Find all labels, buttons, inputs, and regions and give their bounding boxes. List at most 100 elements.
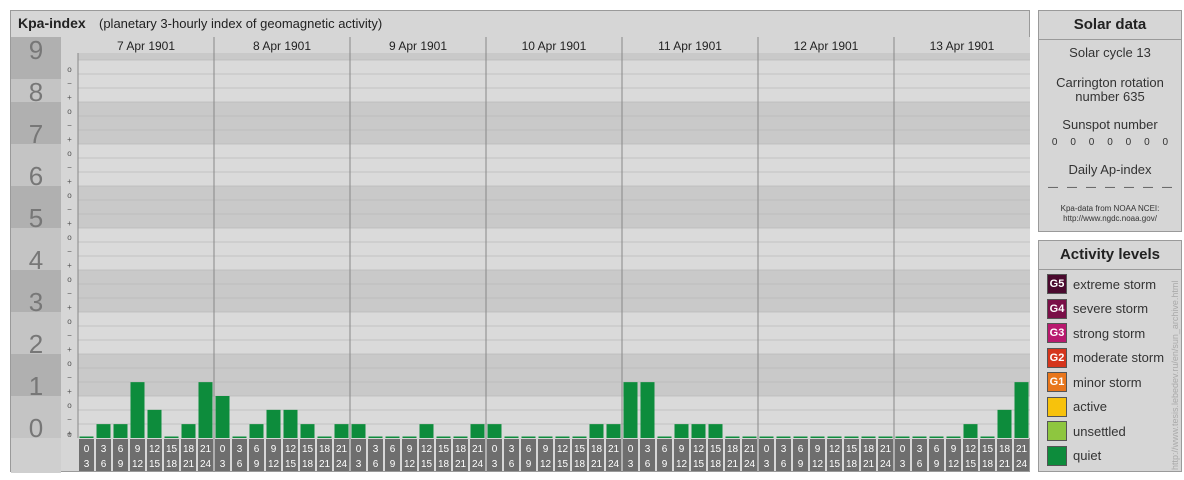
kpa-bar xyxy=(266,409,281,438)
day-label: 7 Apr 1901 xyxy=(117,39,175,53)
interval-start: 18 xyxy=(591,444,603,455)
interval-start: 3 xyxy=(781,444,787,455)
kpa-bar xyxy=(929,436,944,438)
legend-swatch: G2 xyxy=(1047,347,1067,368)
interval-end: 9 xyxy=(118,459,124,470)
day-label: 12 Apr 1901 xyxy=(794,39,859,53)
interval-end: 12 xyxy=(540,459,552,470)
interval-start: 15 xyxy=(574,444,586,455)
plot-band xyxy=(78,312,1030,354)
kpa-bar xyxy=(725,436,740,438)
interval-end: 3 xyxy=(628,459,634,470)
sunspot-value: 0 xyxy=(1088,137,1095,148)
kpa-bar xyxy=(385,436,400,438)
interval-end: 21 xyxy=(727,459,739,470)
sunspot-value: 0 xyxy=(1107,137,1113,148)
interval-end: 18 xyxy=(438,459,450,470)
plot-band xyxy=(78,60,1030,102)
legend-item: G3 strong storm xyxy=(1047,323,1145,343)
ap-label: Daily Ap-index xyxy=(1068,162,1152,177)
minor-tick-label: + xyxy=(67,261,72,270)
interval-start: 12 xyxy=(829,444,841,455)
legend-item: quiet xyxy=(1047,445,1102,466)
interval-start: 9 xyxy=(135,444,141,455)
legend-label: quiet xyxy=(1073,448,1102,463)
y-tick-label: 5 xyxy=(29,203,43,233)
interval-start: 0 xyxy=(220,444,226,455)
interval-end: 15 xyxy=(965,459,977,470)
kpa-bar xyxy=(946,436,961,438)
interval-start: 9 xyxy=(543,444,549,455)
source-link[interactable]: http://www.ngdc.noaa.gov/ xyxy=(1039,214,1181,224)
kpa-bar xyxy=(793,436,808,438)
kpa-bar xyxy=(827,436,842,438)
interval-end: 9 xyxy=(526,459,532,470)
kpa-bar xyxy=(232,436,247,438)
day-label: 10 Apr 1901 xyxy=(522,39,587,53)
sunspot-values: 0 0 0 0 0 0 0 xyxy=(1039,137,1181,148)
y-tick-label: 7 xyxy=(29,119,43,149)
kpa-bar xyxy=(351,424,366,438)
plot-band xyxy=(78,186,1030,228)
y-tick-label: 8 xyxy=(29,77,43,107)
minor-tick-label: − xyxy=(67,373,72,382)
solar-data-panel: Solar data Solar cycle 13 Carrington rot… xyxy=(1038,10,1182,232)
interval-start: 6 xyxy=(662,444,668,455)
sunspot-value: 0 xyxy=(1144,137,1150,148)
interval-start: 6 xyxy=(118,444,124,455)
kpa-chart-panel: Kpa-index (planetary 3-hourly index of g… xyxy=(10,10,1030,473)
minor-tick-label: o xyxy=(67,359,72,368)
kpa-bar xyxy=(708,424,723,438)
interval-start: 0 xyxy=(492,444,498,455)
kpa-bar xyxy=(113,424,128,438)
interval-end: 15 xyxy=(285,459,297,470)
minor-tick-label: − xyxy=(67,121,72,130)
plot-band xyxy=(78,354,1030,396)
interval-start: 15 xyxy=(982,444,994,455)
legend-item: unsettled xyxy=(1047,421,1126,441)
legend-label: active xyxy=(1073,399,1107,414)
interval-start: 21 xyxy=(336,444,348,455)
y-tick-label: 4 xyxy=(29,245,43,275)
legend-swatch: G5 xyxy=(1047,274,1067,294)
day-label: 11 Apr 1901 xyxy=(658,39,722,53)
kpa-bar xyxy=(453,436,468,438)
interval-start: 12 xyxy=(557,444,569,455)
interval-end: 3 xyxy=(764,459,770,470)
interval-start: 6 xyxy=(798,444,804,455)
interval-end: 21 xyxy=(591,459,603,470)
legend-item: G2 moderate storm xyxy=(1047,347,1164,368)
day-label: 13 Apr 1901 xyxy=(930,39,995,53)
kpa-bar xyxy=(623,382,638,438)
interval-end: 12 xyxy=(812,459,824,470)
interval-start: 0 xyxy=(84,444,90,455)
carrington-line1: Carrington rotation xyxy=(1056,75,1164,90)
ap-values: — — — — — — — xyxy=(1039,182,1181,193)
kpa-bar xyxy=(487,424,502,438)
interval-start: 15 xyxy=(166,444,178,455)
plot-band xyxy=(78,53,1030,60)
interval-start: 3 xyxy=(373,444,379,455)
legend-item: G4 severe storm xyxy=(1047,298,1148,319)
minor-tick-label: o xyxy=(67,317,72,326)
minor-tick-label: + xyxy=(67,135,72,144)
interval-end: 21 xyxy=(319,459,331,470)
y-tick-label: 1 xyxy=(29,371,43,401)
interval-start: 18 xyxy=(455,444,467,455)
ap-value: — xyxy=(1086,182,1096,193)
kpa-bar xyxy=(895,436,910,438)
minor-tick-label: − xyxy=(67,79,72,88)
interval-start: 18 xyxy=(319,444,331,455)
interval-start: 3 xyxy=(237,444,243,455)
interval-start: 9 xyxy=(815,444,821,455)
kpa-bar xyxy=(674,424,689,438)
interval-end: 6 xyxy=(373,459,379,470)
interval-end: 3 xyxy=(492,459,498,470)
interval-start: 9 xyxy=(407,444,413,455)
interval-start: 6 xyxy=(526,444,532,455)
interval-start: 15 xyxy=(846,444,858,455)
interval-end: 21 xyxy=(455,459,467,470)
kpa-bar xyxy=(589,424,604,438)
interval-end: 18 xyxy=(982,459,994,470)
sunspot-value: 0 xyxy=(1125,137,1132,148)
